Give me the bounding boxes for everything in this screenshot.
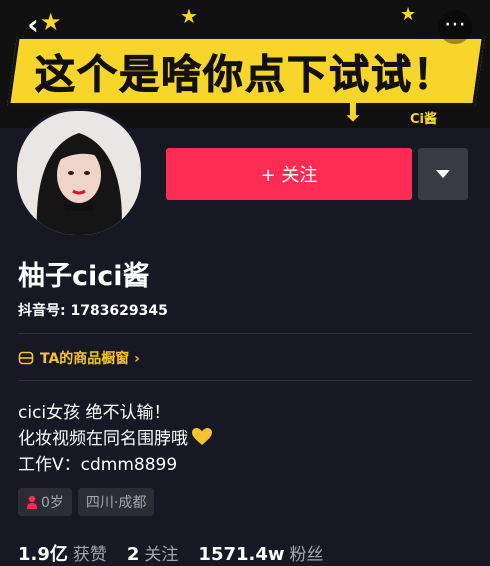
female-icon [27, 495, 37, 509]
follow-button[interactable]: + 关注 [166, 148, 412, 200]
likes-label: 获赞 [72, 545, 107, 565]
likes-count: 1.9亿 [18, 544, 68, 565]
avatar-image [17, 111, 141, 235]
star-decoration: ★ [400, 4, 417, 25]
profile-stats: 1.9亿 获赞 2 关注 1571.4w 粉丝 [18, 540, 344, 566]
divider [18, 333, 472, 334]
caret-down-icon [436, 170, 450, 178]
location-tag: 四川·成都 [77, 488, 155, 516]
avatar[interactable] [14, 108, 144, 238]
bio-line: cici女孩 绝不认输！ [18, 403, 171, 423]
shop-window-label: TA的商品橱窗 › [40, 351, 140, 367]
shop-window-icon [18, 351, 34, 365]
profile-name: 柚子cici酱 [18, 261, 150, 292]
bio-line: 工作V：cdmm8899 [18, 455, 178, 475]
shop-window-link[interactable]: TA的商品橱窗 › [18, 348, 140, 368]
more-options-button[interactable] [418, 148, 468, 200]
followers-label[interactable]: 粉丝 [290, 540, 324, 565]
bio-line-with-icon: 化妆视频在同名围脖哦 [18, 424, 213, 449]
more-dots-icon[interactable]: ⋯ [438, 10, 472, 44]
age-tag-label: 0岁 [41, 495, 64, 511]
profile-tags: 0岁 四川·成都 [18, 488, 155, 516]
banner-signature: Ci酱 [410, 112, 437, 127]
star-decoration: ★ [180, 4, 198, 28]
yellow-heart-icon [192, 427, 212, 445]
following-count[interactable]: 2 [127, 544, 140, 565]
following-label[interactable]: 关注 [144, 540, 178, 565]
back-icon[interactable]: ‹ [18, 10, 48, 40]
followers-count[interactable]: 1571.4w [198, 544, 284, 565]
bio-line: 化妆视频在同名围脖哦 [18, 429, 188, 449]
divider [18, 380, 472, 381]
arrow-down-icon: ⬇ [342, 98, 364, 128]
banner-headline: 这个是啥你点下试试！ [35, 52, 455, 99]
age-tag: 0岁 [18, 488, 72, 516]
douyin-id: 抖音号: 1783629345 [18, 303, 168, 319]
